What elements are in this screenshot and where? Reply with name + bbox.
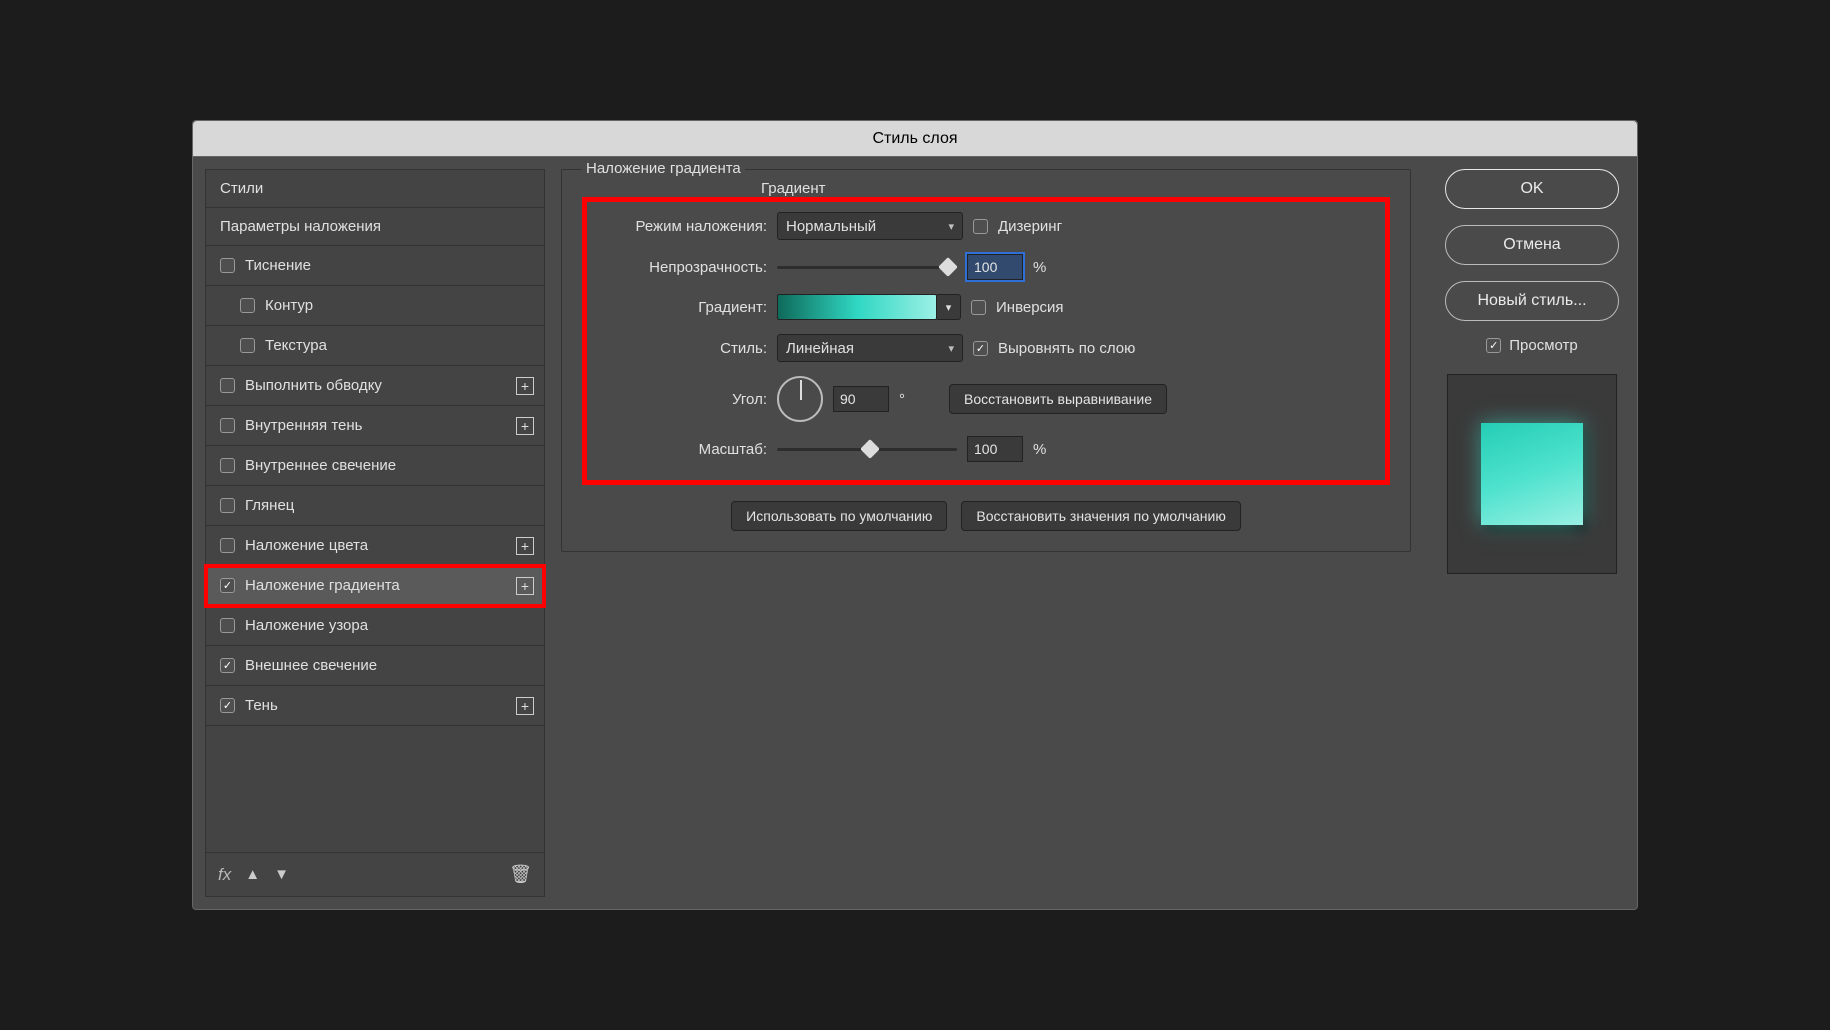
align-label: Выровнять по слою [998,340,1135,357]
style-item-label: Наложение цвета [245,537,368,554]
style-checkbox[interactable] [220,698,235,713]
arrow-up-icon[interactable]: ▲ [245,866,260,883]
style-item-label: Тиснение [245,257,311,274]
style-item-7[interactable]: Наложение цвета + [206,526,544,566]
cancel-button[interactable]: Отмена [1445,225,1619,265]
gradient-label: Градиент: [601,299,767,316]
angle-label: Угол: [601,391,767,408]
sidebar-blending-options[interactable]: Параметры наложения [206,208,544,246]
style-item-label: Тень [245,697,278,714]
preview-checkbox[interactable] [1486,338,1501,353]
scale-input[interactable] [967,436,1023,462]
style-item-label: Контур [265,297,313,314]
opacity-slider[interactable] [777,257,957,277]
style-item-6[interactable]: Глянец [206,486,544,526]
scale-unit: % [1033,441,1046,458]
style-item-label: Внутренняя тень [245,417,362,434]
gradient-dropdown-icon[interactable]: ▾ [937,294,961,320]
right-column: OK Отмена Новый стиль... Просмотр [1427,157,1637,909]
align-checkbox[interactable] [973,341,988,356]
main-panel: Наложение градиента Градиент Режим налож… [545,157,1427,909]
opacity-unit: % [1033,259,1046,276]
reverse-label: Инверсия [996,299,1064,316]
scale-slider[interactable] [777,439,957,459]
make-default-button[interactable]: Использовать по умолчанию [731,501,947,531]
chevron-down-icon: ▾ [948,342,954,355]
style-item-4[interactable]: Внутренняя тень + [206,406,544,446]
style-checkbox[interactable] [220,618,235,633]
fx-icon[interactable]: fx [218,865,231,885]
blend-mode-select[interactable]: Нормальный ▾ [777,212,963,240]
style-item-1[interactable]: Контур [206,286,544,326]
dialog-content: Стили Параметры наложения Тиснение Контур… [193,157,1637,909]
panel-title: Наложение градиента [582,160,745,177]
layer-style-dialog: Стиль слоя Стили Параметры наложения Тис… [192,120,1638,910]
arrow-down-icon[interactable]: ▼ [274,866,289,883]
style-item-9[interactable]: Наложение узора [206,606,544,646]
style-item-label: Наложение градиента [245,577,400,594]
dialog-title: Стиль слоя [193,121,1637,157]
style-value: Линейная [786,340,854,357]
style-list: Тиснение Контур Текстура Выполнить обводку +… [206,246,544,852]
params-highlight-box: Режим наложения: Нормальный ▾ Дизеринг Н… [582,197,1390,485]
dither-label: Дизеринг [998,218,1062,235]
add-effect-icon[interactable]: + [516,577,534,595]
style-item-label: Внешнее свечение [245,657,377,674]
style-checkbox[interactable] [240,338,255,353]
style-item-3[interactable]: Выполнить обводку + [206,366,544,406]
style-item-label: Глянец [245,497,294,514]
blend-mode-value: Нормальный [786,218,876,235]
add-effect-icon[interactable]: + [516,537,534,555]
angle-input[interactable] [833,386,889,412]
style-item-0[interactable]: Тиснение [206,246,544,286]
preview-label: Просмотр [1509,337,1578,354]
preview-box [1447,374,1617,574]
angle-unit: ° [899,391,905,408]
style-item-10[interactable]: Внешнее свечение [206,646,544,686]
add-effect-icon[interactable]: + [516,417,534,435]
opacity-label: Непрозрачность: [601,259,767,276]
dither-checkbox[interactable] [973,219,988,234]
scale-label: Масштаб: [601,441,767,458]
trash-icon[interactable]: 🗑 [509,864,532,885]
style-checkbox[interactable] [220,498,235,513]
sidebar-footer: fx ▲ ▼ 🗑 [206,852,544,896]
style-item-label: Наложение узора [245,617,368,634]
gradient-overlay-fieldset: Наложение градиента Градиент Режим налож… [561,169,1411,552]
chevron-down-icon: ▾ [948,220,954,233]
style-select[interactable]: Линейная ▾ [777,334,963,362]
preview-swatch [1481,423,1583,525]
style-label: Стиль: [601,340,767,357]
style-checkbox[interactable] [220,458,235,473]
style-item-label: Внутреннее свечение [245,457,396,474]
reset-default-button[interactable]: Восстановить значения по умолчанию [961,501,1240,531]
style-item-11[interactable]: Тень + [206,686,544,726]
gradient-swatch[interactable] [777,294,937,320]
new-style-button[interactable]: Новый стиль... [1445,281,1619,321]
add-effect-icon[interactable]: + [516,377,534,395]
style-item-label: Текстура [265,337,327,354]
opacity-input[interactable] [967,254,1023,280]
angle-dial[interactable] [777,376,823,422]
section-title: Градиент [757,180,830,197]
style-checkbox[interactable] [220,538,235,553]
style-checkbox[interactable] [220,258,235,273]
reset-alignment-button[interactable]: Восстановить выравнивание [949,384,1167,414]
style-item-8[interactable]: Наложение градиента + [206,566,544,606]
style-item-5[interactable]: Внутреннее свечение [206,446,544,486]
add-effect-icon[interactable]: + [516,697,534,715]
style-item-2[interactable]: Текстура [206,326,544,366]
style-checkbox[interactable] [240,298,255,313]
style-checkbox[interactable] [220,418,235,433]
blend-mode-label: Режим наложения: [601,218,767,235]
style-checkbox[interactable] [220,578,235,593]
style-item-label: Выполнить обводку [245,377,382,394]
styles-sidebar: Стили Параметры наложения Тиснение Контур… [205,169,545,897]
ok-button[interactable]: OK [1445,169,1619,209]
reverse-checkbox[interactable] [971,300,986,315]
gradient-picker[interactable]: ▾ [777,294,961,320]
style-checkbox[interactable] [220,378,235,393]
style-checkbox[interactable] [220,658,235,673]
sidebar-header-styles[interactable]: Стили [206,170,544,208]
